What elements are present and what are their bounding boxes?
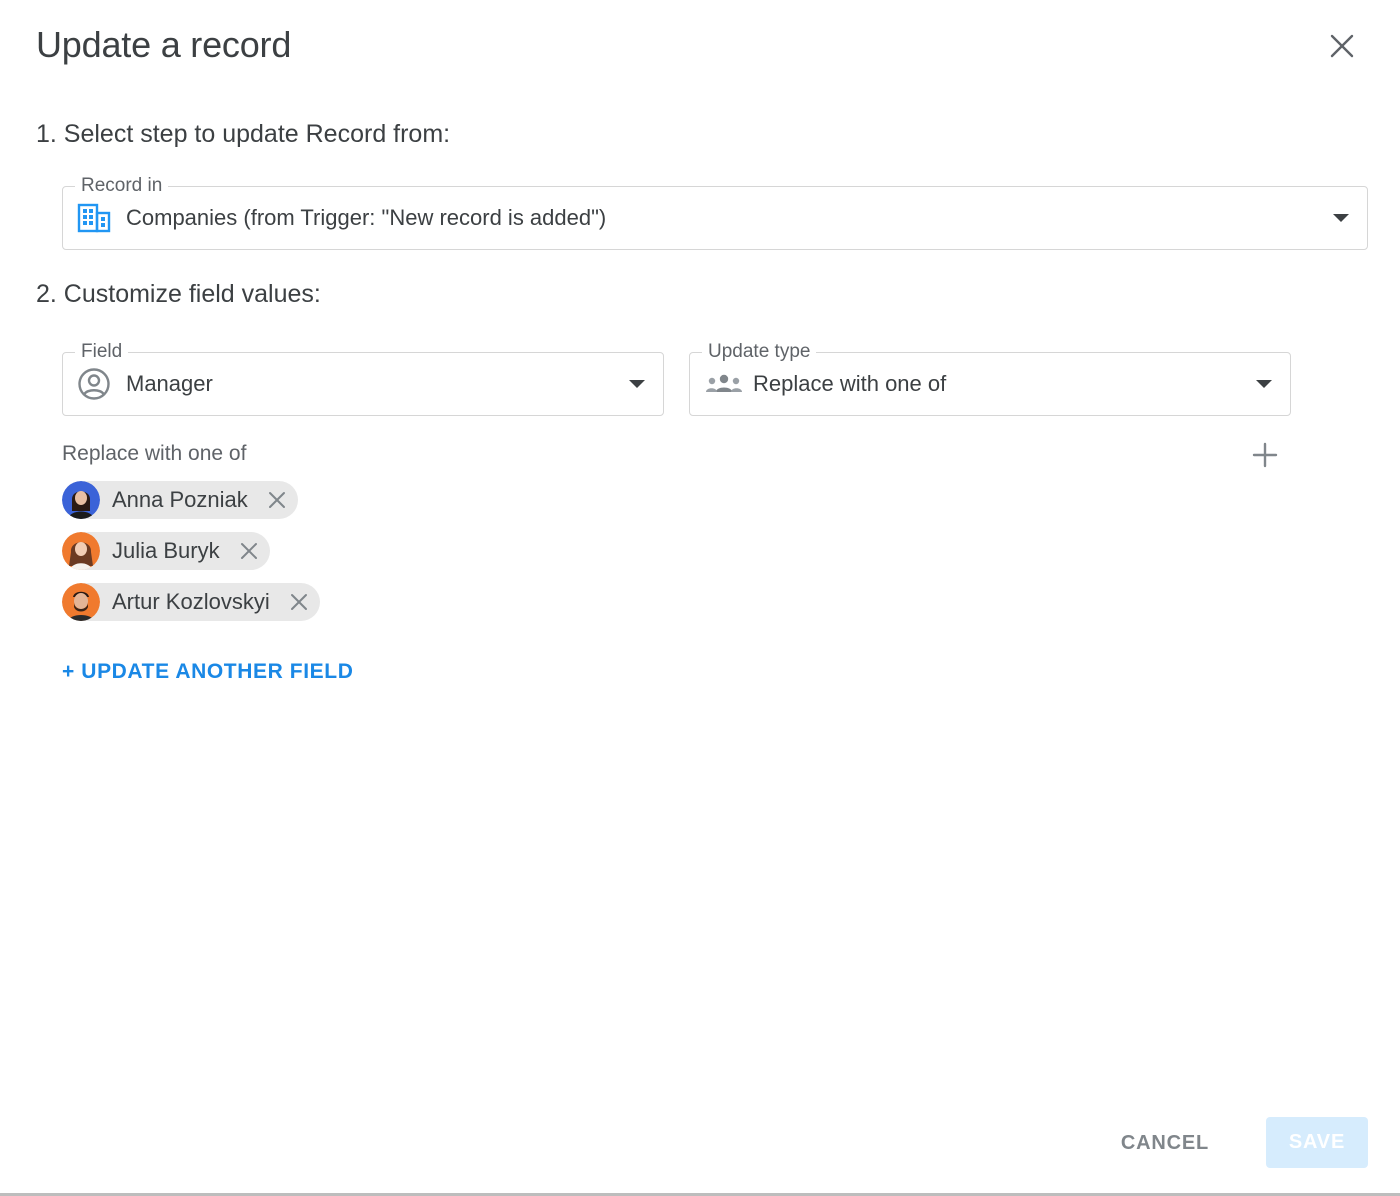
close-icon [1330,34,1354,58]
field-select[interactable]: Field Manager [62,341,664,416]
close-icon [268,492,285,508]
user-chip: Anna Pozniak [62,481,298,519]
record-in-select[interactable]: Record in Companies (from Trigger: "New … [62,175,1368,250]
chevron-down-icon [1256,380,1272,388]
update-type-select[interactable]: Update type Replace with one of [689,341,1291,416]
user-chip-name: Julia Buryk [112,538,220,563]
user-chip: Julia Buryk [62,532,270,570]
step1-heading: 1. Select step to update Record from: [36,120,451,148]
update-record-dialog: Update a record 1. Select step to update… [0,0,1400,1196]
avatar [62,532,100,570]
values-label: Replace with one of [62,442,247,465]
remove-chip-button[interactable] [238,540,260,562]
update-type-label: Update type [702,341,817,363]
user-chip-name: Artur Kozlovskyi [112,589,270,614]
building-icon [77,203,111,233]
group-icon [704,372,744,396]
user-chip: Artur Kozlovskyi [62,583,320,621]
update-another-field-button[interactable]: + UPDATE ANOTHER FIELD [62,660,353,684]
user-chip-name: Anna Pozniak [112,487,248,512]
avatar [62,583,100,621]
remove-chip-button[interactable] [266,489,288,511]
field-value: Manager [126,371,213,396]
dialog-title: Update a record [36,24,292,65]
record-in-value: Companies (from Trigger: "New record is … [126,205,607,230]
field-label: Field [75,341,129,363]
plus-icon [1252,442,1278,468]
cancel-button[interactable]: CANCEL [1104,1118,1226,1168]
user-circle-icon [77,367,111,401]
save-button[interactable]: SAVE [1266,1117,1368,1168]
chevron-down-icon [629,380,645,388]
close-icon [240,543,257,559]
record-in-label: Record in [75,175,169,197]
update-type-value: Replace with one of [753,371,947,396]
close-icon [290,594,307,610]
close-button[interactable] [1322,26,1362,66]
add-value-button[interactable] [1250,440,1280,470]
chevron-down-icon [1333,214,1349,222]
step2-heading: 2. Customize field values: [36,280,321,308]
remove-chip-button[interactable] [288,591,310,613]
avatar [62,481,100,519]
